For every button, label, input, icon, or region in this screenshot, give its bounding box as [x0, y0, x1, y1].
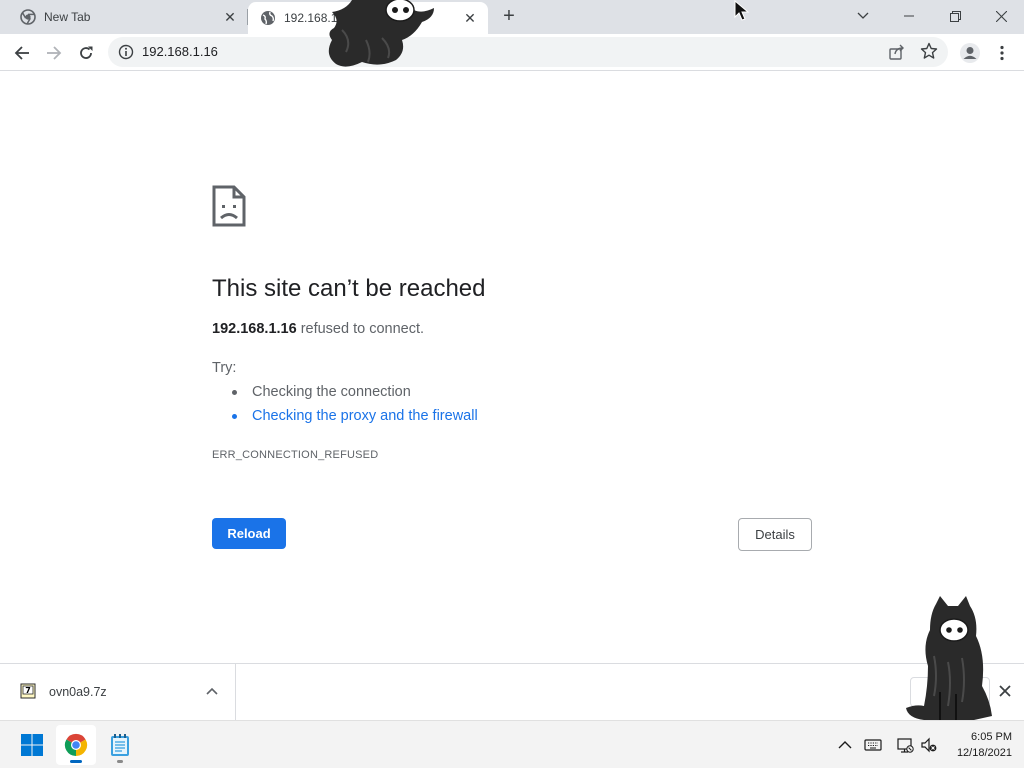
minimize-button[interactable] — [886, 0, 932, 32]
download-shelf: 7 ovn0a9.7z Sh — [0, 663, 1024, 720]
reload-toolbar-button[interactable] — [72, 39, 100, 67]
tab-strip: New Tab ✕ 192.168.1.16 ✕ + — [0, 0, 1024, 34]
menu-button[interactable] — [988, 39, 1016, 67]
tab-new-tab[interactable]: New Tab ✕ — [0, 0, 248, 34]
suggestion-check-connection: Checking the connection — [232, 384, 478, 408]
clock-date: 12/18/2021 — [956, 747, 1012, 759]
arrow-left-icon — [14, 46, 29, 60]
minimize-icon — [904, 15, 914, 17]
chrome-icon — [64, 733, 88, 757]
suggestions-list: Checking the connection Checking the pro… — [232, 384, 478, 432]
mascot-creature-top — [328, 0, 434, 67]
error-description: 192.168.1.16 refused to connect. — [212, 321, 424, 337]
new-tab-button[interactable]: + — [498, 6, 520, 28]
mouse-cursor-icon — [734, 0, 750, 21]
error-code: ERR_CONNECTION_REFUSED — [212, 449, 379, 461]
info-icon[interactable] — [118, 44, 134, 60]
profile-button[interactable] — [956, 39, 984, 67]
reload-icon — [80, 46, 93, 59]
notepad-icon — [111, 734, 129, 756]
svg-text:7: 7 — [25, 686, 31, 695]
close-icon[interactable]: ✕ — [222, 9, 238, 25]
start-button[interactable] — [12, 725, 52, 765]
reload-button[interactable]: Reload — [212, 518, 286, 549]
chevron-up-icon[interactable] — [204, 684, 220, 700]
clock-time: 6:05 PM — [971, 731, 1012, 743]
sad-document-icon — [212, 185, 246, 227]
details-button[interactable]: Details — [738, 518, 812, 551]
chevron-down-icon — [857, 12, 869, 19]
close-icon[interactable] — [996, 682, 1014, 700]
running-indicator — [70, 760, 82, 763]
running-indicator — [117, 760, 123, 763]
download-file-name: ovn0a9.7z — [49, 685, 107, 699]
tab-search-button[interactable] — [840, 0, 886, 32]
archive-file-icon: 7 — [20, 683, 36, 699]
globe-icon — [261, 11, 275, 25]
taskbar-chrome[interactable] — [56, 725, 96, 765]
network-icon[interactable] — [896, 736, 914, 754]
error-title: This site can’t be reached — [212, 275, 486, 302]
error-description-text: refused to connect. — [296, 321, 425, 337]
try-label: Try: — [212, 360, 237, 376]
tab-title: New Tab — [44, 10, 91, 24]
star-icon[interactable] — [920, 42, 938, 60]
suggestion-proxy-firewall-link[interactable]: Checking the proxy and the firewall — [232, 408, 478, 432]
url-text: 192.168.1.16 — [142, 44, 218, 59]
chrome-icon — [20, 9, 36, 25]
browser-toolbar: 192.168.1.16 — [0, 34, 1024, 71]
close-window-button[interactable] — [978, 0, 1024, 32]
volume-muted-icon[interactable] — [920, 736, 938, 754]
error-host: 192.168.1.16 — [212, 321, 297, 337]
share-icon[interactable] — [888, 43, 906, 61]
back-button[interactable] — [8, 39, 36, 67]
chevron-up-icon[interactable] — [836, 736, 854, 754]
keyboard-icon[interactable] — [864, 736, 882, 754]
system-clock[interactable]: 6:05 PM 12/18/2021 — [940, 729, 1012, 761]
arrow-right-icon — [47, 46, 62, 60]
taskbar: 6:05 PM 12/18/2021 — [0, 720, 1024, 768]
page-content: This site can’t be reached 192.168.1.16 … — [0, 72, 1024, 663]
download-item[interactable]: 7 ovn0a9.7z — [0, 664, 236, 720]
taskbar-notepad[interactable] — [100, 725, 140, 765]
restore-button[interactable] — [932, 0, 978, 32]
forward-button[interactable] — [40, 39, 68, 67]
mascot-creature-bottom — [906, 596, 992, 720]
windows-icon — [21, 734, 43, 756]
address-bar[interactable]: 192.168.1.16 — [108, 37, 948, 67]
avatar-icon — [960, 43, 980, 63]
more-vert-icon — [1000, 45, 1004, 61]
restore-icon — [949, 10, 961, 22]
close-icon — [995, 10, 1007, 22]
close-icon[interactable]: ✕ — [462, 10, 478, 26]
